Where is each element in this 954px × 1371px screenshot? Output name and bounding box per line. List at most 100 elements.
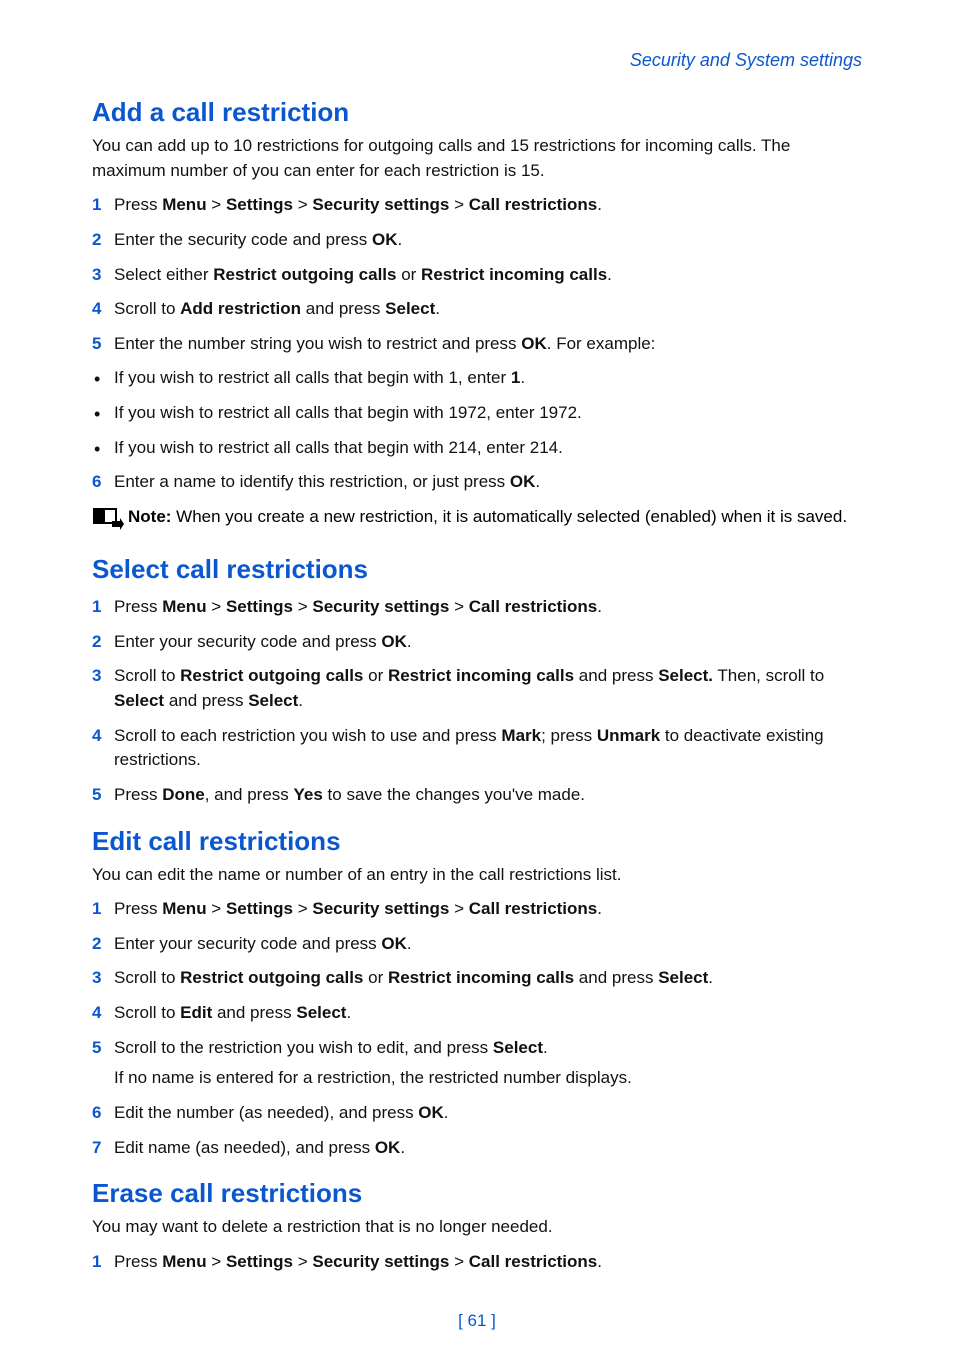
- step-text: Then, scroll to: [713, 666, 824, 685]
- step-text: Scroll to: [114, 666, 180, 685]
- step-item: 1 Press Menu > Settings > Security setti…: [92, 193, 862, 218]
- intro-erase: You may want to delete a restriction tha…: [92, 1215, 862, 1240]
- steps-select: 1 Press Menu > Settings > Security setti…: [92, 595, 862, 807]
- step-text: >: [207, 899, 226, 918]
- step-text: and press: [301, 299, 385, 318]
- steps-edit: 1 Press Menu > Settings > Security setti…: [92, 897, 862, 1160]
- step-number: 7: [92, 1136, 101, 1161]
- step-item: 6 Edit the number (as needed), and press…: [92, 1101, 862, 1126]
- intro-edit: You can edit the name or number of an en…: [92, 863, 862, 888]
- heading-select-restrictions: Select call restrictions: [92, 554, 862, 585]
- step-item: 5 Scroll to the restriction you wish to …: [92, 1036, 862, 1091]
- bold-text: Security settings: [312, 899, 449, 918]
- bold-text: Select: [658, 968, 708, 987]
- bold-text: Done: [162, 785, 205, 804]
- step-text: and press: [212, 1003, 296, 1022]
- bold-text: Select: [385, 299, 435, 318]
- bold-text: OK: [521, 334, 547, 353]
- step-text: Select either: [114, 265, 213, 284]
- step-text: >: [449, 1252, 468, 1271]
- step-text: .: [397, 230, 402, 249]
- step-number: 5: [92, 783, 101, 808]
- step-text: .: [597, 1252, 602, 1271]
- heading-erase-restrictions: Erase call restrictions: [92, 1178, 862, 1209]
- step-text: Scroll to: [114, 1003, 180, 1022]
- step-text: or: [363, 666, 388, 685]
- bold-text: Yes: [294, 785, 323, 804]
- bold-text: OK: [418, 1103, 444, 1122]
- step-item: 2 Enter your security code and press OK.: [92, 932, 862, 957]
- bold-text: Unmark: [597, 726, 660, 745]
- step-text: Press: [114, 1252, 162, 1271]
- step-number: 2: [92, 630, 101, 655]
- bold-text: Menu: [162, 899, 206, 918]
- bold-text: Select: [296, 1003, 346, 1022]
- step-item: 5 Press Done, and press Yes to save the …: [92, 783, 862, 808]
- step-text: Scroll to each restriction you wish to u…: [114, 726, 501, 745]
- note-label: Note:: [128, 507, 171, 526]
- bullet-item: If you wish to restrict all calls that b…: [92, 366, 862, 391]
- step-text: >: [207, 1252, 226, 1271]
- bold-text: OK: [375, 1138, 401, 1157]
- step-number: 3: [92, 966, 101, 991]
- step-text: .: [708, 968, 713, 987]
- note-body: When you create a new restriction, it is…: [171, 507, 847, 526]
- step-text: Enter your security code and press: [114, 632, 381, 651]
- bold-text: Settings: [226, 1252, 293, 1271]
- step-text: Enter your security code and press: [114, 934, 381, 953]
- bold-text: Settings: [226, 597, 293, 616]
- step-number: 6: [92, 1101, 101, 1126]
- step-number: 3: [92, 263, 101, 288]
- heading-add-restriction: Add a call restriction: [92, 97, 862, 128]
- step-text: .: [607, 265, 612, 284]
- step-number: 4: [92, 724, 101, 749]
- step-item: 4 Scroll to Edit and press Select.: [92, 1001, 862, 1026]
- bold-text: Restrict incoming calls: [388, 968, 574, 987]
- bold-text: OK: [510, 472, 536, 491]
- step-item: 6 Enter a name to identify this restrict…: [92, 470, 862, 495]
- step-item: 4 Scroll to each restriction you wish to…: [92, 724, 862, 773]
- step-text: and press: [574, 968, 658, 987]
- bold-text: Security settings: [312, 597, 449, 616]
- step-text: Press: [114, 195, 162, 214]
- step-subtext: If no name is entered for a restriction,…: [114, 1066, 862, 1091]
- header-breadcrumb: Security and System settings: [92, 50, 862, 71]
- bold-text: Mark: [501, 726, 541, 745]
- bullet-item: If you wish to restrict all calls that b…: [92, 401, 862, 426]
- bold-text: Menu: [162, 195, 206, 214]
- step-text: Scroll to: [114, 299, 180, 318]
- bold-text: Security settings: [312, 195, 449, 214]
- step-text: .: [543, 1038, 548, 1057]
- bold-text: Menu: [162, 597, 206, 616]
- step-text: >: [293, 195, 312, 214]
- step-text: to save the changes you've made.: [323, 785, 585, 804]
- bold-text: Add restriction: [180, 299, 301, 318]
- step-text: Scroll to: [114, 968, 180, 987]
- bold-text: OK: [372, 230, 398, 249]
- note-text: Note: When you create a new restriction,…: [128, 505, 862, 536]
- bullets-add: If you wish to restrict all calls that b…: [92, 366, 862, 460]
- bold-text: Select.: [658, 666, 713, 685]
- step-text: Edit name (as needed), and press: [114, 1138, 375, 1157]
- bold-text: Restrict outgoing calls: [213, 265, 396, 284]
- bullet-text: .: [520, 368, 525, 387]
- bold-text: Restrict outgoing calls: [180, 968, 363, 987]
- step-text: or: [363, 968, 388, 987]
- steps-add-cont: 6 Enter a name to identify this restrict…: [92, 470, 862, 495]
- step-text: Enter a name to identify this restrictio…: [114, 472, 510, 491]
- step-text: .: [407, 632, 412, 651]
- step-text: >: [449, 597, 468, 616]
- note-block: Note: When you create a new restriction,…: [92, 505, 862, 536]
- step-text: .: [597, 597, 602, 616]
- bold-text: Settings: [226, 899, 293, 918]
- step-text: Enter the security code and press: [114, 230, 372, 249]
- step-text: Press: [114, 899, 162, 918]
- step-item: 3 Scroll to Restrict outgoing calls or R…: [92, 966, 862, 991]
- step-number: 6: [92, 470, 101, 495]
- step-item: 2 Enter the security code and press OK.: [92, 228, 862, 253]
- step-number: 2: [92, 932, 101, 957]
- step-item: 3 Select either Restrict outgoing calls …: [92, 263, 862, 288]
- step-text: >: [293, 899, 312, 918]
- step-item: 2 Enter your security code and press OK.: [92, 630, 862, 655]
- bold-text: Menu: [162, 1252, 206, 1271]
